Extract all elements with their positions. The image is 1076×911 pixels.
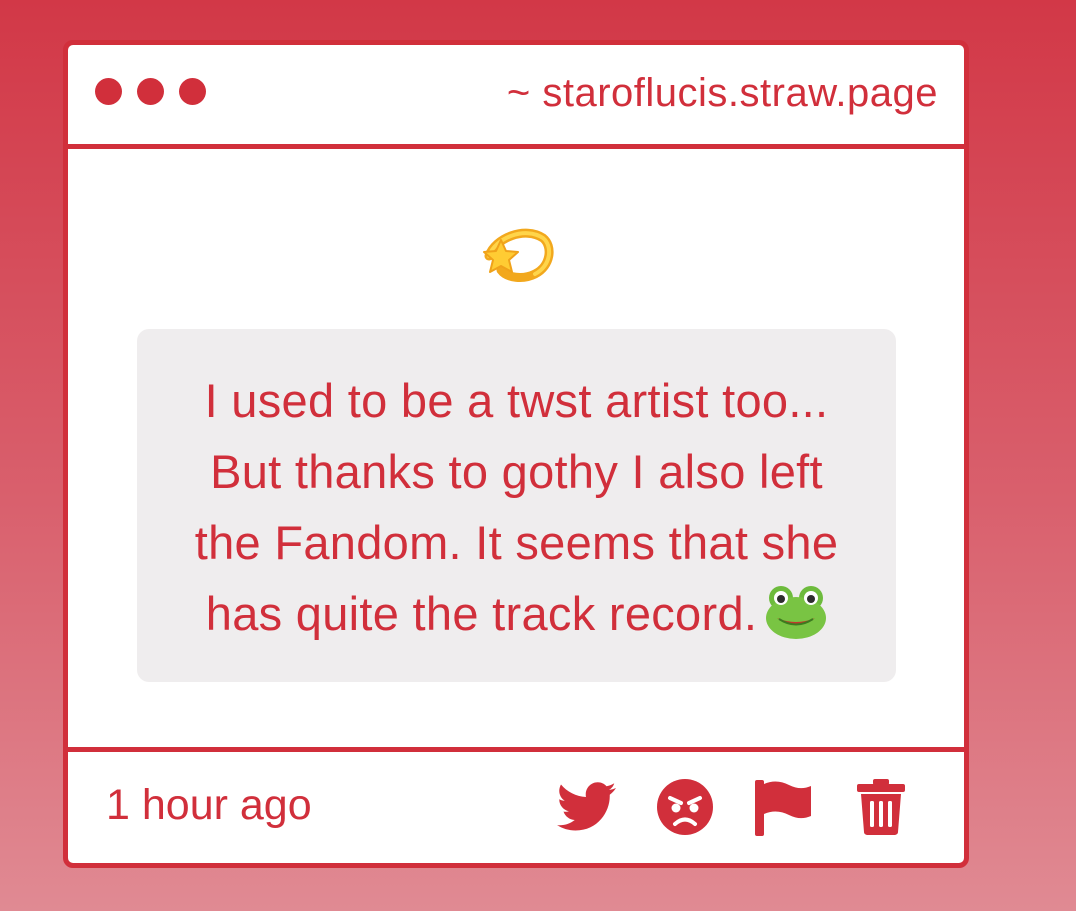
- window-dot: [137, 78, 164, 105]
- message-line: But thanks to gothy I also left: [210, 445, 823, 498]
- post-footer: 1 hour ago: [68, 747, 964, 863]
- title-bar: ~ staroflucis.straw.page: [68, 45, 964, 149]
- message-box: I used to be a twst artist too... But th…: [137, 329, 896, 682]
- flag-icon: [755, 780, 811, 836]
- post-content: I used to be a twst artist too... But th…: [68, 149, 964, 752]
- window-dot: [179, 78, 206, 105]
- trash-icon: [857, 779, 905, 835]
- dizzy-star-icon: [483, 228, 554, 282]
- frog-icon: [766, 586, 827, 639]
- twitter-icon: [557, 782, 616, 831]
- post-timestamp: 1 hour ago: [106, 781, 312, 829]
- message-line: the Fandom. It seems that she: [194, 516, 839, 569]
- delete-button[interactable]: [850, 778, 912, 836]
- window-controls: [95, 78, 206, 105]
- page-url[interactable]: ~ staroflucis.straw.page: [507, 70, 938, 116]
- post-window: ~ staroflucis.straw.page I used to be a …: [63, 40, 969, 868]
- message-line: has quite the track record.: [205, 587, 758, 640]
- message-line: I used to be a twst artist too...: [204, 374, 829, 427]
- post-actions: [556, 778, 912, 836]
- window-dot: [95, 78, 122, 105]
- report-flag-button[interactable]: [752, 778, 814, 836]
- angry-face-icon: [657, 779, 713, 835]
- share-twitter-button[interactable]: [556, 778, 618, 836]
- message-text: I used to be a twst artist too... But th…: [157, 365, 876, 649]
- react-angry-button[interactable]: [654, 778, 716, 836]
